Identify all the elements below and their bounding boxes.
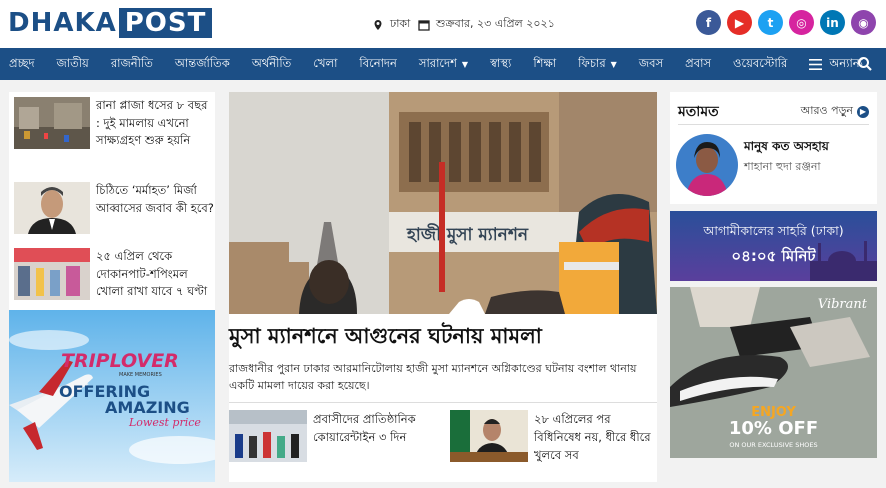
calendar-icon xyxy=(418,19,430,31)
nav-item-11[interactable]: জবস xyxy=(639,55,663,74)
linkedin-icon[interactable]: in xyxy=(820,10,845,35)
ad-tagline: MAKE MEMORIES xyxy=(119,372,162,378)
nav-item-label[interactable]: ফিচার xyxy=(578,55,606,74)
ad-line-amazing: AMAZING xyxy=(105,398,190,417)
news-thumbnail[interactable] xyxy=(450,410,528,462)
nav-item-13[interactable]: ওয়েবস্টোরি xyxy=(733,55,787,74)
nav-item-7[interactable]: সারাদেশ ▼ xyxy=(419,55,468,74)
sehri-time: ০৪:০৫ মিনিট xyxy=(731,247,816,265)
hamburger-menu-icon xyxy=(809,58,823,70)
nav-item-label[interactable]: ওয়েবস্টোরি xyxy=(733,55,787,74)
news-thumbnail[interactable] xyxy=(14,97,90,149)
nav-item-10[interactable]: ফিচার ▼ xyxy=(578,55,617,74)
lead-summary: রাজধানীর পুরান ঢাকার আরমানিটোলায় হাজী ম… xyxy=(229,362,637,392)
opinion-more-link[interactable]: আরও পড়ুন ▶ xyxy=(801,102,869,121)
divider xyxy=(229,402,657,403)
nav-item-label[interactable]: স্বাস্থ্য xyxy=(490,55,511,74)
opinion-widget: মতামত আরও পড়ুন ▶ মানুষ কত অসহায় শাহানা… xyxy=(670,92,877,204)
news-thumbnail[interactable] xyxy=(229,410,307,462)
top-header: DHAKA POST ঢাকা শুক্রবার, ২৩ এপ্রিল ২০২১… xyxy=(0,0,886,48)
news-title[interactable]: ২৫ এপ্রিল থেকে দোকানপাট-শপিংমল খোলা রাখা… xyxy=(96,248,214,301)
list-item[interactable]: ২৫ এপ্রিল থেকে দোকানপাট-শপিংমল খোলা রাখা… xyxy=(14,248,214,301)
opinion-author: শাহানা হুদা রঞ্জনা xyxy=(744,160,821,173)
youtube-icon[interactable]: ▶ xyxy=(727,10,752,35)
lead-story: হাজী মুসা ম্যানশন মুসা ম্যানশনে আগুনের ঘ… xyxy=(229,92,657,482)
ad-brand-text: Vibrant xyxy=(817,297,867,312)
list-item[interactable]: রানা প্লাজা ধসের ৮ বছর : দুই মামলায় এখন… xyxy=(14,97,214,150)
caret-down-icon: ▼ xyxy=(610,59,617,69)
opinion-title[interactable]: মানুষ কত অসহায় xyxy=(744,138,829,158)
vibrant-shoes-ad-banner[interactable]: Vibrant ENJOY 10% OFF ON OUR EXCLUSIVE S… xyxy=(670,287,877,458)
location-display: ঢাকা xyxy=(372,15,410,34)
nav-item-5[interactable]: খেলা xyxy=(313,55,337,74)
left-news-list: রানা প্লাজা ধসের ৮ বছর : দুই মামলায় এখন… xyxy=(9,92,215,310)
location-pin-icon xyxy=(374,19,382,30)
triplover-ad-banner[interactable]: TRIPLOVER MAKE MEMORIES OFFERING AMAZING… xyxy=(9,310,215,482)
main-nav: প্রচ্ছদ জাতীয় রাজনীতি আন্তর্জাতিক অর্থনীতি খ… xyxy=(0,48,886,80)
ad-brand-text: TRIPLOVER xyxy=(61,350,179,372)
nav-item-2[interactable]: রাজনীতি xyxy=(111,55,153,74)
location-text: ঢাকা xyxy=(390,17,411,30)
lead-image[interactable]: হাজী মুসা ম্যানশন xyxy=(229,92,657,314)
nav-item-4[interactable]: অর্থনীতি xyxy=(252,55,291,74)
podcast-icon[interactable]: ◉ xyxy=(851,10,876,35)
twitter-icon[interactable]: t xyxy=(758,10,783,35)
news-thumbnail[interactable] xyxy=(14,248,90,300)
nav-item-12[interactable]: প্রবাস xyxy=(685,55,711,74)
sehri-time-widget: আগামীকালের সাহরি (ঢাকা) ০৪:০৫ মিনিট xyxy=(670,211,877,281)
date-display: শুক্রবার, ২৩ এপ্রিল ২০২১ xyxy=(418,15,555,34)
site-logo[interactable]: DHAKA POST xyxy=(8,8,213,38)
opinion-more-label[interactable]: আরও পড়ুন xyxy=(801,102,853,121)
date-text: শুক্রবার, ২৩ এপ্রিল ২০২১ xyxy=(436,17,555,30)
search-icon[interactable] xyxy=(857,56,873,72)
nav-item-label[interactable]: শিক্ষা xyxy=(533,55,556,74)
ad-line-exclusive: ON OUR EXCLUSIVE SHOES xyxy=(729,441,818,449)
opinion-heading: মতামত xyxy=(678,104,719,120)
nav-item-0[interactable]: প্রচ্ছদ xyxy=(9,55,35,74)
nav-item-8[interactable]: স্বাস্থ্য xyxy=(490,55,511,74)
nav-item-label[interactable]: অর্থনীতি xyxy=(252,55,291,74)
nav-item-label[interactable]: সারাদেশ xyxy=(419,55,457,74)
social-links: f ▶ t ◎ in ◉ xyxy=(696,10,876,35)
nav-item-label[interactable]: আন্তর্জাতিক xyxy=(175,55,230,74)
nav-item-label[interactable]: জবস xyxy=(639,55,663,74)
list-item[interactable]: চিঠিতে ‘মর্মাহত’ মির্জা আব্বাসের জবাব কী… xyxy=(14,182,214,234)
nav-item-label[interactable]: রাজনীতি xyxy=(111,55,153,74)
divider xyxy=(678,124,869,125)
news-thumbnail[interactable] xyxy=(14,182,90,234)
nav-more-menu[interactable]: অন্যান্য xyxy=(809,55,863,74)
facebook-icon[interactable]: f xyxy=(696,10,721,35)
sehri-label: আগামীকালের সাহরি (ঢাকা) xyxy=(703,223,844,238)
nav-item-label[interactable]: জাতীয় xyxy=(57,55,89,74)
avatar[interactable] xyxy=(676,134,738,196)
building-sign-text: হাজী মুসা ম্যানশন xyxy=(406,223,529,245)
list-item[interactable]: ২৮ এপ্রিলের পর বিধিনিষেধ নয়, ধীরে ধীরে … xyxy=(450,410,654,464)
nav-item-label[interactable]: খেলা xyxy=(313,55,337,74)
news-title[interactable]: প্রবাসীদের প্রাতিষ্ঠানিক কোয়ারেন্টাইন ৩… xyxy=(313,410,433,462)
nav-item-label[interactable]: প্রচ্ছদ xyxy=(9,55,35,74)
arrow-right-icon: ▶ xyxy=(857,105,869,118)
nav-item-6[interactable]: বিনোদন xyxy=(359,55,396,74)
ad-line-discount: 10% OFF xyxy=(728,418,819,439)
news-title[interactable]: ২৮ এপ্রিলের পর বিধিনিষেধ নয়, ধীরে ধীরে … xyxy=(534,410,654,464)
news-title[interactable]: চিঠিতে ‘মর্মাহত’ মির্জা আব্বাসের জবাব কী… xyxy=(96,182,214,234)
instagram-icon[interactable]: ◎ xyxy=(789,10,814,35)
logo-text-post: POST xyxy=(118,8,213,38)
nav-item-9[interactable]: শিক্ষা xyxy=(533,55,556,74)
news-title[interactable]: রানা প্লাজা ধসের ৮ বছর : দুই মামলায় এখন… xyxy=(96,97,214,150)
lead-headline[interactable]: মুসা ম্যানশনে আগুনের ঘটনায় মামলা xyxy=(229,320,542,352)
nav-item-3[interactable]: আন্তর্জাতিক xyxy=(175,55,230,74)
logo-text-dhaka: DHAKA xyxy=(8,8,117,38)
list-item[interactable]: প্রবাসীদের প্রাতিষ্ঠানিক কোয়ারেন্টাইন ৩… xyxy=(229,410,433,462)
ad-line-price: Lowest price xyxy=(129,416,201,429)
nav-item-label[interactable]: বিনোদন xyxy=(359,55,396,74)
caret-down-icon: ▼ xyxy=(461,59,469,69)
nav-item-1[interactable]: জাতীয় xyxy=(57,55,89,74)
nav-item-label[interactable]: প্রবাস xyxy=(685,55,711,74)
